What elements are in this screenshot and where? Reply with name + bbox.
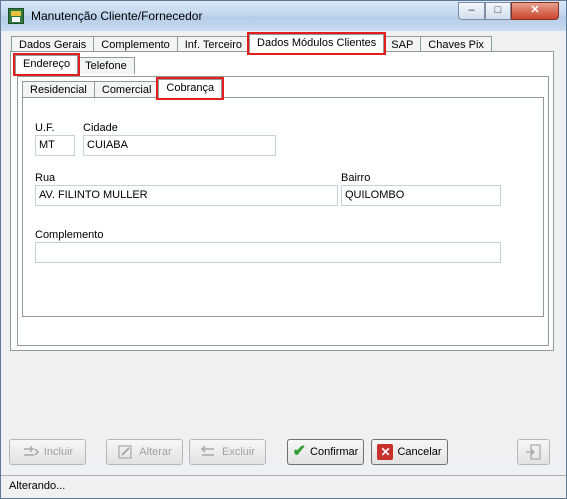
uf-label: U.F. xyxy=(35,122,55,134)
tab-dados-modulos-clientes[interactable]: Dados Módulos Clientes xyxy=(247,32,387,55)
uf-field[interactable]: MT xyxy=(35,135,75,156)
confirmar-button[interactable]: ✔ Confirmar xyxy=(287,439,364,465)
rua-label: Rua xyxy=(35,172,56,184)
incluir-label: Incluir xyxy=(43,446,74,458)
title-bar[interactable]: Manutenção Cliente/Fornecedor – □ ✕ xyxy=(1,1,566,31)
endereco-panel: Residencial Comercial Cobrança U.F. MT C… xyxy=(17,76,549,346)
status-text: Alterando... xyxy=(9,480,66,492)
dados-modulos-panel: Endereço Telefone Residencial Comercial … xyxy=(10,51,554,351)
status-bar: Alterando... xyxy=(1,475,566,498)
main-window: Manutenção Cliente/Fornecedor – □ ✕ Dado… xyxy=(0,0,567,499)
confirmar-label: Confirmar xyxy=(310,446,359,458)
window-title: Manutenção Cliente/Fornecedor xyxy=(31,9,203,23)
exit-door-icon xyxy=(525,444,543,460)
rua-field[interactable]: AV. FILINTO MULLER xyxy=(35,185,338,206)
tab-telefone[interactable]: Telefone xyxy=(77,57,135,74)
check-icon: ✔ xyxy=(292,443,307,460)
add-icon xyxy=(22,444,40,460)
bairro-field[interactable]: QUILOMBO xyxy=(341,185,501,206)
alterar-label: Alterar xyxy=(139,446,172,458)
delete-icon xyxy=(200,444,218,460)
x-icon: ✕ xyxy=(377,444,394,460)
excluir-label: Excluir xyxy=(221,446,255,458)
close-button[interactable]: ✕ xyxy=(511,2,559,20)
tab-endereco[interactable]: Endereço xyxy=(12,53,81,76)
minimize-button[interactable]: – xyxy=(458,2,485,20)
app-icon xyxy=(8,8,24,24)
tab-cobranca[interactable]: Cobrança xyxy=(156,77,225,100)
complemento-field[interactable] xyxy=(35,242,501,263)
cancelar-label: Cancelar xyxy=(397,446,442,458)
client-area: Dados Gerais Complemento Inf. Terceiro D… xyxy=(7,31,560,465)
incluir-button[interactable]: Incluir xyxy=(9,439,86,465)
tab-residencial[interactable]: Residencial xyxy=(22,81,95,98)
cidade-field[interactable]: CUIABA xyxy=(83,135,276,156)
cobranca-panel: U.F. MT Cidade CUIABA Rua AV. FILINTO MU… xyxy=(22,97,544,317)
cancelar-button[interactable]: ✕ Cancelar xyxy=(371,439,448,465)
button-bar: Incluir Alterar Excluir ✔ Confirmar ✕ Ca… xyxy=(8,439,558,465)
alterar-button[interactable]: Alterar xyxy=(106,439,183,465)
sub-tab-strip: Endereço Telefone xyxy=(12,53,135,76)
cidade-label: Cidade xyxy=(83,122,118,134)
edit-icon xyxy=(117,444,135,460)
address-tab-strip: Residencial Comercial Cobrança xyxy=(22,77,225,100)
exit-button[interactable] xyxy=(517,439,550,465)
maximize-button[interactable]: □ xyxy=(485,2,511,20)
complemento-label: Complemento xyxy=(35,229,104,241)
tab-comercial[interactable]: Comercial xyxy=(93,81,160,98)
bairro-label: Bairro xyxy=(341,172,371,184)
excluir-button[interactable]: Excluir xyxy=(189,439,266,465)
